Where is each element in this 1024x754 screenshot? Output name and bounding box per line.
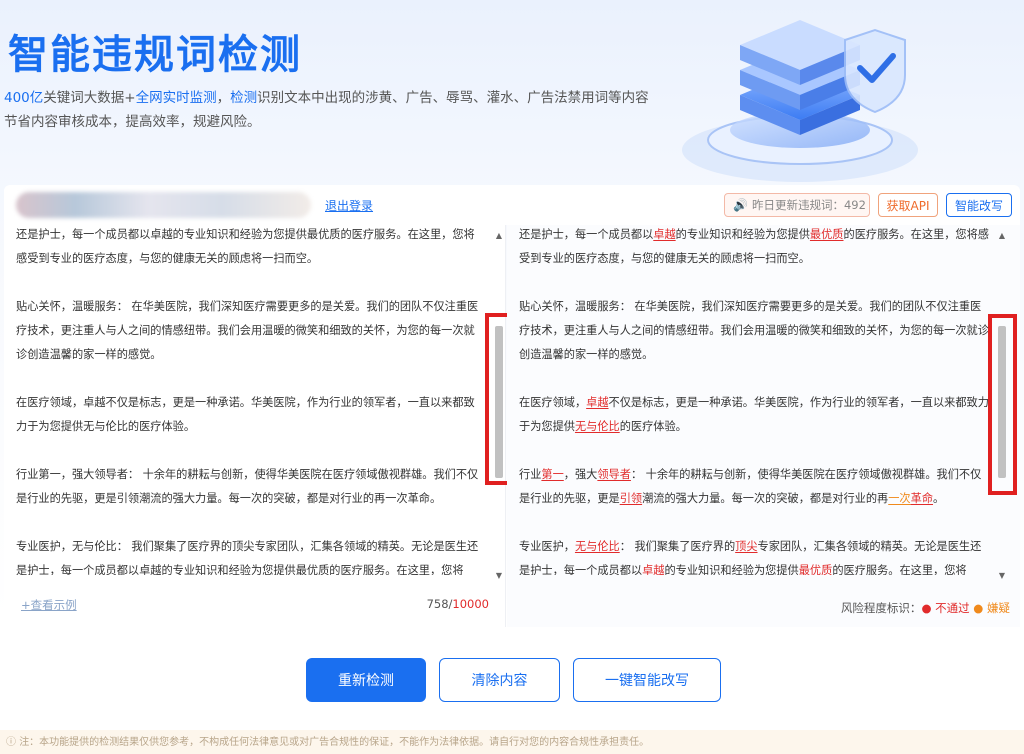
speaker-icon: 🔊 [733, 198, 748, 212]
clear-content-button[interactable]: 清除内容 [439, 658, 560, 702]
violation-word[interactable]: 最优质 [810, 228, 844, 241]
recheck-button[interactable]: 重新检测 [306, 658, 426, 702]
risk-legend: 风险程度标识：● 不通过 ● 嫌疑 [840, 601, 1010, 615]
action-bar: 重新检测 清除内容 一键智能改写 [0, 658, 1024, 702]
one-click-rewrite-button[interactable]: 一键智能改写 [573, 658, 721, 702]
violation-word[interactable]: 卓越 [642, 564, 664, 575]
input-textarea[interactable]: 还是护士，每一个成员都以卓越的专业知识和经验为您提供最优质的医疗服务。在这里，您… [16, 225, 484, 575]
view-sample-link[interactable]: +查看示例 [21, 597, 77, 613]
page-title: 智能违规词检测 [8, 32, 302, 78]
violation-word[interactable]: 革命 [911, 492, 933, 505]
info-icon: ⓘ [6, 737, 20, 748]
violation-word[interactable]: 卓越 [586, 396, 608, 409]
violation-word[interactable]: 无与伦比 [575, 540, 620, 553]
violation-word[interactable]: 引领 [620, 492, 642, 505]
user-info-blurred [16, 192, 311, 218]
input-panel: 还是护士，每一个成员都以卓越的专业知识和经验为您提供最优质的医疗服务。在这里，您… [4, 225, 514, 627]
scroll-up-arrow-icon[interactable]: ▲ [997, 231, 1007, 241]
violation-word[interactable]: 领导者 [597, 468, 631, 481]
violation-word[interactable]: 第一 [541, 468, 563, 481]
hero-description: 400亿关键词大数据+全网实时监测，检测识别文本中出现的涉黄、广告、辱骂、灌水、… [4, 90, 649, 130]
violation-word[interactable]: 最优质 [799, 564, 833, 575]
get-api-button[interactable]: 获取API [878, 193, 938, 217]
violation-word[interactable]: 无与伦比 [575, 420, 620, 433]
orange-dot-icon: ● [973, 601, 987, 615]
logout-link[interactable]: 退出登录 [325, 197, 373, 214]
scroll-thumb-highlight-box [988, 314, 1017, 495]
red-dot-icon: ● [921, 601, 936, 615]
violation-word[interactable]: 顶尖 [735, 540, 757, 553]
scroll-down-arrow-icon[interactable]: ▼ [494, 571, 504, 581]
scroll-down-arrow-icon[interactable]: ▼ [997, 571, 1007, 581]
result-text: 还是护士，每一个成员都以卓越的专业知识和经验为您提供最优质的医疗服务。在这里，您… [519, 228, 989, 575]
disclaimer-notice: ⓘ 注：本功能提供的检测结果仅供您参考，不构成任何法律意见或对广告合规性的保证，… [0, 730, 1024, 754]
suspect-word[interactable]: 一次 [888, 492, 910, 505]
daily-update-badge: 🔊 昨日更新违规词：492 [724, 193, 870, 217]
violation-word[interactable]: 卓越 [653, 228, 675, 241]
detection-toolbar: 退出登录 🔊 昨日更新违规词：492 获取API 智能改写 [4, 185, 1020, 225]
scroll-up-arrow-icon[interactable]: ▲ [494, 231, 504, 241]
server-shield-illustration [682, 20, 918, 182]
smart-rewrite-button[interactable]: 智能改写 [946, 193, 1012, 217]
char-counter: 758/10000 [426, 597, 489, 611]
result-panel: 还是护士，每一个成员都以卓越的专业知识和经验为您提供最优质的医疗服务。在这里，您… [507, 225, 1020, 627]
